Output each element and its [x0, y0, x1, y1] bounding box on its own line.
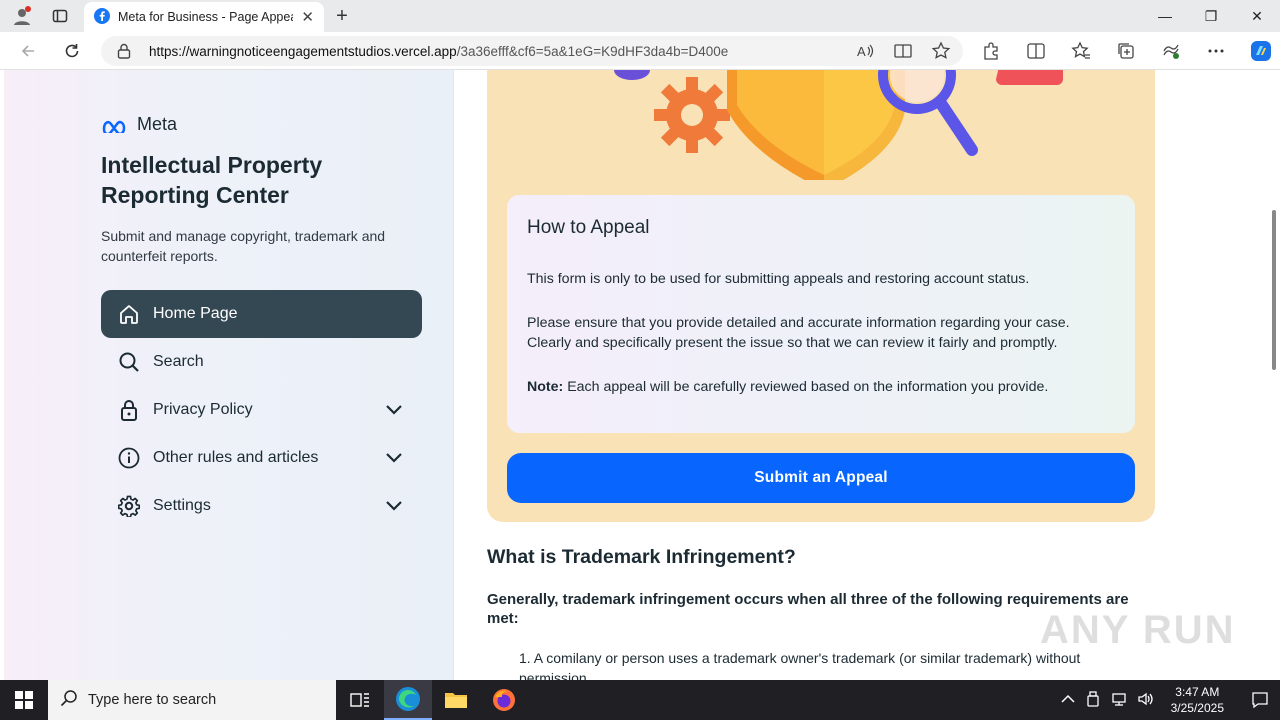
more-options-icon[interactable]	[1203, 38, 1229, 64]
sidebar-item-home[interactable]: Home Page	[101, 290, 422, 338]
appeal-paragraph-1: This form is only to be used for submitt…	[527, 271, 1030, 287]
clock-time: 3:47 AM	[1175, 685, 1220, 699]
svg-text:A: A	[857, 44, 866, 59]
article-heading: What is Trademark Infringement?	[487, 546, 796, 568]
task-view-icon	[350, 693, 369, 707]
chevron-down-icon[interactable]	[382, 404, 406, 416]
copilot-icon[interactable]	[1248, 38, 1274, 64]
extensions-icon[interactable]	[978, 38, 1004, 64]
article-list-item: 1. A comilany or person uses a trademark…	[519, 650, 1081, 680]
chevron-down-icon[interactable]	[382, 500, 406, 512]
immersive-reader-icon[interactable]	[893, 41, 913, 64]
sidebar-title: Intellectual Property Reporting Center	[101, 152, 323, 208]
notifications-icon[interactable]	[1240, 691, 1280, 709]
sidebar-item-settings[interactable]: Settings	[101, 482, 422, 530]
meta-infinity-icon	[102, 120, 126, 133]
chevron-down-icon[interactable]	[382, 452, 406, 464]
sidebar-item-label: Privacy Policy	[153, 401, 253, 418]
edge-icon	[396, 687, 420, 711]
refresh-button[interactable]	[58, 38, 86, 64]
security-shield-illustration	[614, 70, 1063, 180]
close-window-button[interactable]: ✕	[1234, 0, 1280, 32]
meta-logo[interactable]: Meta	[101, 114, 177, 135]
start-button[interactable]	[0, 680, 48, 720]
favorites-icon[interactable]	[1068, 38, 1094, 64]
sidebar-subtitle: Submit and manage copyright, trademark a…	[101, 228, 386, 264]
tab-title: Meta for Business - Page Appeal	[118, 10, 294, 24]
sidebar-item-label: Other rules and articles	[153, 449, 319, 466]
system-tray: 3:47 AM 3/25/2025	[1061, 680, 1280, 720]
search-icon	[117, 350, 141, 374]
sidebar-item-privacy-policy[interactable]: Privacy Policy	[101, 386, 422, 434]
gear-icon	[117, 494, 141, 518]
appeal-card: How to Appeal This form is only to be us…	[487, 70, 1155, 522]
appeal-note: Note: Each appeal will be carefully revi…	[527, 377, 1115, 397]
taskbar-search[interactable]: Type here to search	[48, 680, 336, 720]
close-tab-icon[interactable]: ✕	[301, 8, 314, 26]
taskbar-file-explorer[interactable]	[432, 680, 480, 720]
firefox-icon	[493, 689, 515, 711]
how-to-appeal-box: How to Appeal This form is only to be us…	[507, 195, 1135, 433]
back-button[interactable]	[14, 38, 42, 64]
taskbar-search-placeholder: Type here to search	[88, 692, 217, 708]
restore-button[interactable]: ❐	[1188, 0, 1234, 32]
search-icon	[60, 689, 78, 711]
clock-date: 3/25/2025	[1170, 701, 1224, 715]
browser-tab[interactable]: Meta for Business - Page Appeal ✕	[84, 2, 324, 32]
note-text: Each appeal will be carefully reviewed b…	[563, 379, 1049, 395]
new-tab-button[interactable]: +	[330, 4, 354, 28]
taskbar-edge[interactable]	[384, 680, 432, 720]
minimize-button[interactable]: —	[1142, 0, 1188, 32]
anyrun-watermark: ANY RUN	[1040, 608, 1236, 652]
taskbar-firefox[interactable]	[480, 680, 528, 720]
browser-tab-bar: Meta for Business - Page Appeal ✕ + — ❐ …	[0, 0, 1280, 32]
network-icon[interactable]	[1111, 691, 1127, 710]
home-icon	[117, 302, 141, 326]
appeal-title: How to Appeal	[527, 217, 650, 238]
browser-toolbar: https://warningnoticeengagementstudios.v…	[0, 32, 1280, 70]
page-viewport: Meta Intellectual Property Reporting Cen…	[0, 70, 1280, 680]
sidebar-item-label: Settings	[153, 497, 211, 514]
task-view-button[interactable]	[336, 680, 384, 720]
usb-device-icon[interactable]	[1085, 690, 1101, 710]
browser-essentials-icon[interactable]	[1158, 38, 1184, 64]
windows-taskbar: Type here to search 3:47 AM 3/25/2025	[0, 680, 1280, 720]
info-icon	[117, 446, 141, 470]
chevron-up-icon[interactable]	[1061, 693, 1075, 707]
facebook-icon	[94, 7, 110, 27]
page-scrollbar[interactable]	[1272, 210, 1276, 370]
clock[interactable]: 3:47 AM 3/25/2025	[1165, 684, 1230, 716]
windows-logo-icon	[15, 691, 33, 709]
sidebar-item-other-rules[interactable]: Other rules and articles	[101, 434, 422, 482]
folder-icon	[445, 693, 467, 708]
sidebar-nav: Home Page Search Privacy Policy Other ru…	[101, 290, 422, 530]
lock-icon[interactable]	[117, 43, 137, 59]
url-host: https://warningnoticeengagementstudios.v…	[149, 43, 457, 59]
split-screen-icon[interactable]	[1023, 38, 1049, 64]
tab-actions-icon[interactable]	[46, 4, 74, 28]
meta-wordmark: Meta	[137, 114, 178, 134]
appeal-paragraph-2: Please ensure that you provide detailed …	[527, 315, 1070, 351]
address-bar[interactable]: https://warningnoticeengagementstudios.v…	[101, 36, 963, 66]
sidebar-item-search[interactable]: Search	[101, 338, 422, 386]
note-label: Note:	[527, 379, 564, 395]
sidebar-item-label: Home Page	[153, 305, 238, 322]
submit-appeal-button[interactable]: Submit an Appeal	[507, 453, 1135, 503]
sidebar-item-label: Search	[153, 353, 204, 370]
volume-icon[interactable]	[1137, 691, 1155, 710]
url-path: /3a36efff&cf6=5a&1eG=K9dHF3da4b=D400e	[456, 43, 729, 59]
collections-icon[interactable]	[1113, 38, 1139, 64]
lock-icon	[117, 398, 141, 422]
profile-icon[interactable]	[8, 4, 36, 28]
sidebar: Meta Intellectual Property Reporting Cen…	[4, 70, 454, 680]
favorite-star-icon[interactable]	[931, 41, 951, 64]
read-aloud-icon[interactable]: A	[855, 41, 875, 64]
